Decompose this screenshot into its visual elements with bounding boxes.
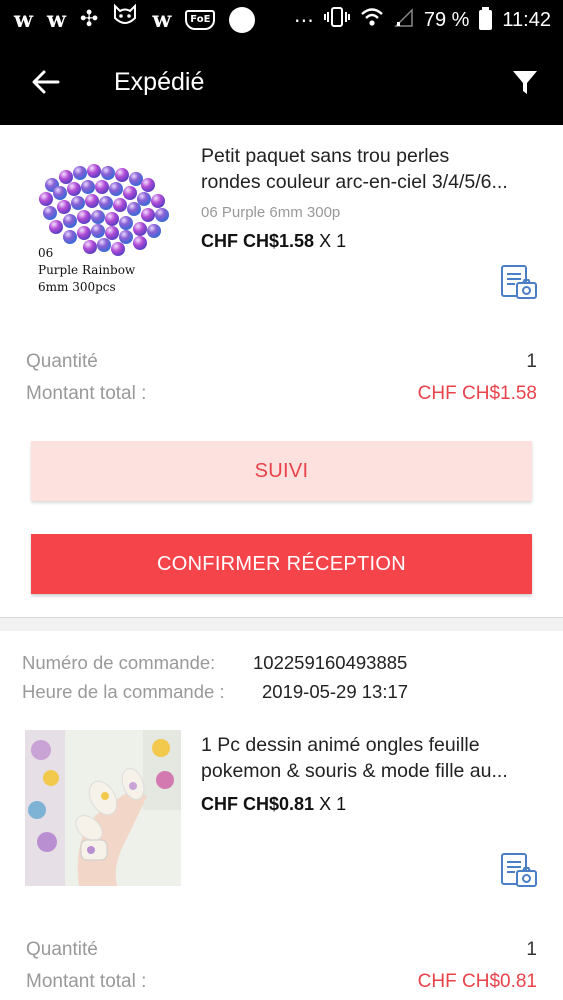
app-w-icon: w — [152, 7, 172, 33]
evidence-photo-icon[interactable] — [499, 263, 539, 303]
quantity-label: Quantité — [26, 939, 98, 960]
filter-icon[interactable] — [510, 68, 540, 98]
total-value: CHF CH$1.58 — [417, 383, 537, 404]
thumbnail-caption: 06 Purple Rainbow 6mm 300pcs — [38, 246, 136, 294]
confirm-reception-button[interactable]: CONFIRMER RÉCEPTION — [31, 534, 532, 594]
system-icons: ⋯ 79 % 11:42 — [294, 0, 551, 40]
pinwheel-icon: ✣ — [79, 7, 99, 32]
product-title[interactable]: 1 Pc dessin animé ongles feuille pokemon… — [201, 732, 546, 784]
product-price-line: CHF CH$1.58 X 1 — [201, 231, 346, 252]
order-time-value: 2019-05-29 13:17 — [262, 681, 409, 702]
page-title: Expédié — [114, 68, 205, 96]
quantity-value: 1 — [526, 939, 537, 960]
notification-icons: w w ✣ w FoE — [14, 0, 256, 40]
app-w-icon: w — [14, 7, 33, 33]
product-qty: X 1 — [319, 231, 347, 251]
more-dots-icon: ⋯ — [293, 9, 314, 32]
product-price-line: CHF CH$0.81 X 1 — [201, 794, 346, 815]
order-number-value: 102259160493885 — [253, 652, 408, 673]
back-arrow-icon[interactable] — [28, 64, 64, 100]
total-label: Montant total : — [26, 383, 147, 404]
product-price: CHF CH$1.58 — [201, 231, 315, 251]
product-qty: X 1 — [319, 794, 347, 814]
product-variant: 06 Purple 6mm 300p — [201, 204, 341, 221]
track-button[interactable]: SUIVI — [31, 441, 532, 501]
foe-shield-icon: FoE — [185, 10, 216, 30]
signal-icon — [394, 6, 414, 34]
app-header: Expédié — [0, 40, 563, 125]
battery-percent: 79 % — [423, 8, 470, 31]
order-number-label: Numéro de commande: — [22, 652, 216, 673]
quantity-label: Quantité — [26, 351, 98, 372]
total-label: Montant total : — [26, 971, 147, 992]
product-price: CHF CH$0.81 — [201, 794, 315, 814]
product-thumbnail[interactable]: 06 Purple Rainbow 6mm 300pcs — [30, 145, 186, 301]
order-card: 06 Purple Rainbow 6mm 300pcs Petit paque… — [0, 125, 563, 617]
product-thumbnail[interactable] — [25, 730, 181, 886]
battery-icon — [479, 7, 493, 30]
status-bar: w w ✣ w FoE ⋯ 79 % 11:42 — [0, 0, 563, 40]
product-title[interactable]: Petit paquet sans trou perles rondes cou… — [201, 143, 546, 195]
cat-icon — [112, 0, 138, 40]
wifi-icon — [360, 6, 384, 34]
card-separator — [0, 617, 563, 631]
quantity-value: 1 — [526, 351, 537, 372]
orders-list: 06 Purple Rainbow 6mm 300pcs Petit paque… — [0, 125, 563, 1000]
total-value: CHF CH$0.81 — [417, 971, 537, 992]
order-card: Numéro de commande: 102259160493885 Heur… — [0, 631, 563, 1000]
circle-icon — [229, 7, 256, 33]
clock-time: 11:42 — [502, 8, 551, 31]
vibrate-icon — [323, 6, 350, 34]
evidence-photo-icon[interactable] — [499, 851, 539, 891]
app-w-icon: w — [46, 7, 66, 33]
order-time-label: Heure de la commande : — [22, 681, 225, 702]
